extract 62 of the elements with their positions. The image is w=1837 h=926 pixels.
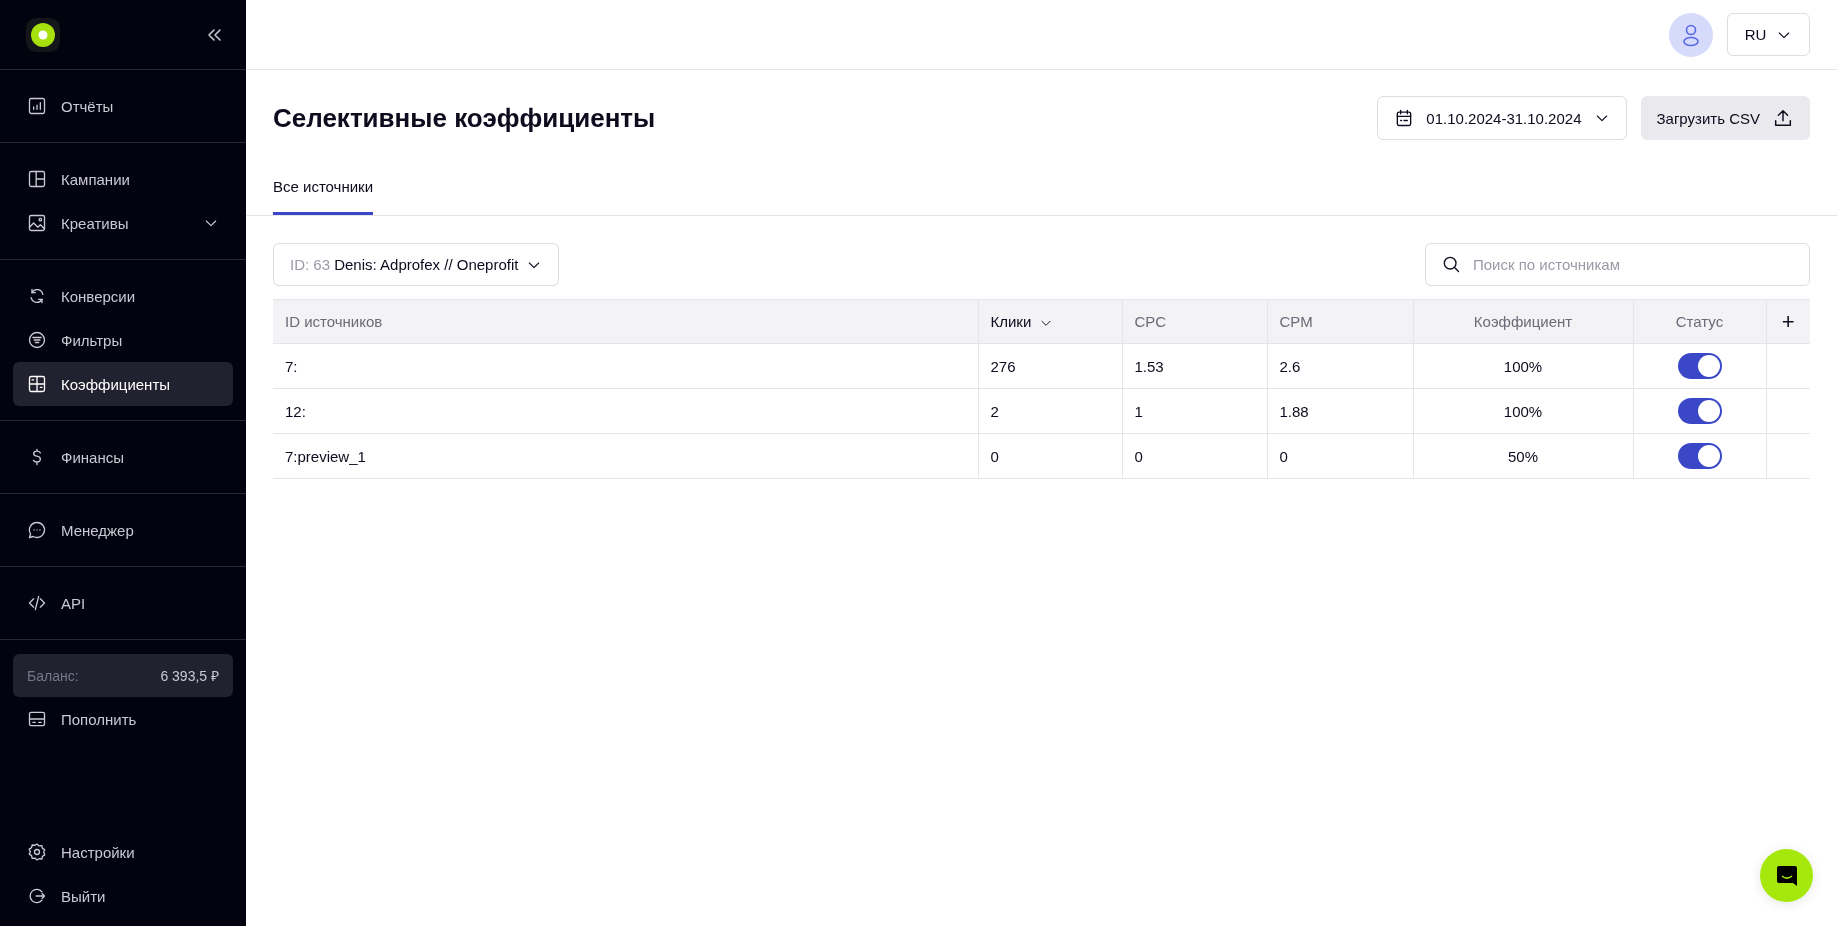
sidebar-item[interactable]: Отчёты xyxy=(13,84,233,128)
filter-icon xyxy=(27,330,47,350)
sidebar-item[interactable]: Менеджер xyxy=(13,508,233,552)
sidebar-item[interactable]: Выйти xyxy=(13,874,233,918)
column-header[interactable]: Статус xyxy=(1633,299,1766,344)
date-range-select[interactable]: 01.10.2024-31.10.2024 xyxy=(1377,96,1627,140)
upload-icon xyxy=(1772,107,1794,129)
balance-value: 6 393,5 ₽ xyxy=(160,667,219,685)
sidebar-item[interactable]: Финансы xyxy=(13,435,233,479)
table-cell: 276 xyxy=(978,343,1122,389)
gear-icon xyxy=(27,842,47,862)
table-cell: 0 xyxy=(978,433,1122,479)
layout-icon xyxy=(27,169,47,189)
search-icon xyxy=(1441,254,1461,274)
status-toggle[interactable] xyxy=(1677,443,1722,469)
table-cell: 1.53 xyxy=(1122,343,1267,389)
collapse-icon[interactable] xyxy=(206,27,222,42)
add-column-button[interactable]: + xyxy=(1766,299,1810,344)
table-cell: 1 xyxy=(1122,388,1267,434)
avatar-icon[interactable] xyxy=(1669,12,1713,57)
sidebar-item[interactable]: Настройки xyxy=(13,830,233,874)
card-icon xyxy=(27,709,47,729)
table-cell: 100% xyxy=(1413,388,1633,434)
status-toggle[interactable] xyxy=(1677,398,1722,424)
sidebar-item[interactable]: API xyxy=(13,581,233,625)
column-header[interactable]: Клики xyxy=(978,299,1122,344)
grid-icon xyxy=(27,374,47,394)
status-toggle[interactable] xyxy=(1677,353,1722,379)
table-cell: 7: xyxy=(273,343,978,389)
table-cell: 1.88 xyxy=(1267,388,1413,434)
table-cell: 50% xyxy=(1413,433,1633,479)
logout-icon xyxy=(27,886,47,906)
table-cell: 0 xyxy=(1122,433,1267,479)
table-cell: 7:preview_1 xyxy=(273,433,978,479)
code-icon xyxy=(27,593,47,613)
chat-icon xyxy=(27,520,47,540)
chart-icon xyxy=(27,96,47,116)
table-cell: 2.6 xyxy=(1267,343,1413,389)
column-header[interactable]: ID источников xyxy=(273,299,978,344)
upload-button[interactable]: Загрузить CSV xyxy=(1640,96,1810,140)
language-select[interactable]: RU xyxy=(1727,13,1810,56)
table-cell: 100% xyxy=(1413,343,1633,389)
campaign-select[interactable]: ID: 63 Denis: Adprofex // Oneprofit xyxy=(273,243,560,286)
tab[interactable]: Все источники xyxy=(273,168,374,215)
sidebar-item[interactable]: Фильтры xyxy=(13,318,233,362)
image-icon xyxy=(27,213,47,233)
column-header[interactable]: CPM xyxy=(1267,299,1413,344)
sidebar-item[interactable]: Креативы xyxy=(13,201,233,245)
sidebar-item[interactable]: Коэффициенты xyxy=(13,362,233,406)
table-cell: 2 xyxy=(978,388,1122,434)
sidebar-item[interactable]: Конверсии xyxy=(13,274,233,318)
table-cell: 0 xyxy=(1267,433,1413,479)
column-header[interactable]: CPC xyxy=(1122,299,1267,344)
table-cell: 12: xyxy=(273,388,978,434)
page-title: Селективные коэффициенты xyxy=(273,102,657,134)
column-header[interactable]: Коэффициент xyxy=(1413,299,1633,344)
chat-button[interactable] xyxy=(1760,849,1813,902)
balance-label: Баланс: xyxy=(27,667,79,684)
topup-link[interactable]: Пополнить xyxy=(13,697,233,741)
logo-icon[interactable] xyxy=(26,17,60,52)
sidebar-item[interactable]: Кампании xyxy=(13,157,233,201)
search-field[interactable]: Поиск по источникам xyxy=(1425,243,1810,286)
